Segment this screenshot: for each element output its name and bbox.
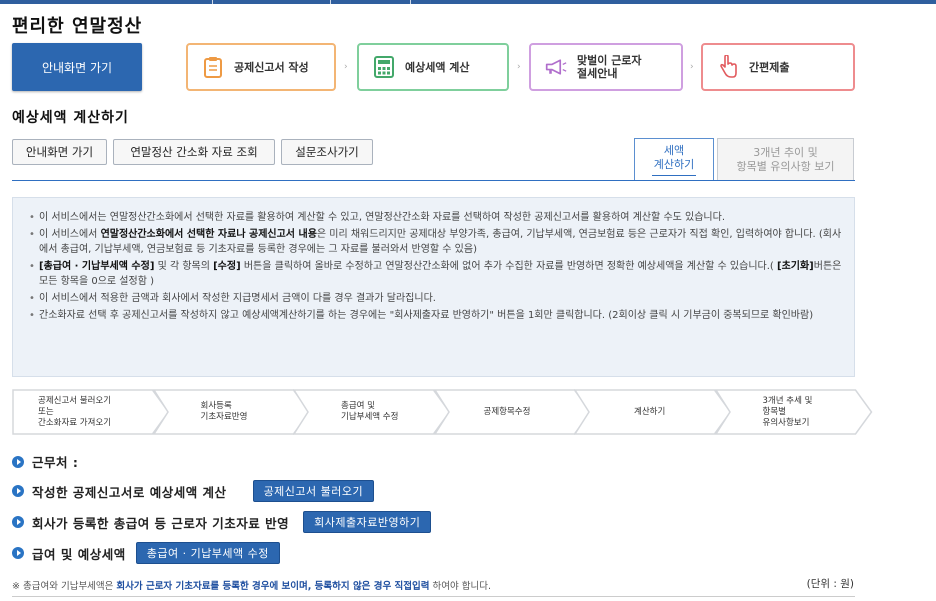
flow-step-label: 회사등록 기초자료반영 xyxy=(153,401,248,423)
flow-step-label: 계산하기 xyxy=(574,407,665,418)
bullet-arrow-icon xyxy=(12,485,24,497)
reflect-label: 회사가 등록한 총급여 등 근로자 기초자료 반영 xyxy=(32,515,290,531)
top-bar xyxy=(0,0,936,4)
guide-home-button[interactable]: 안내화면 가기 xyxy=(12,43,142,91)
flow-step: 계산하기 xyxy=(574,389,733,435)
flow-step-line: 또는 xyxy=(38,406,54,417)
chevron-right-icon: › xyxy=(517,62,521,72)
step-label: 맞벌이 근로자 xyxy=(577,54,642,67)
step-label: 절세안내 xyxy=(577,67,618,80)
flow-step: 3개년 추세 및 항목별 유의사항보기 xyxy=(714,389,874,435)
tab-tax-calc[interactable]: 세액 계산하기 xyxy=(634,138,714,181)
chevron-right-icon: › xyxy=(690,62,694,72)
hand-pointer-icon xyxy=(717,55,739,79)
tab-label: 계산하기 xyxy=(653,158,695,171)
simplified-data-lookup-button[interactable]: 연말정산 간소화 자료 조회 xyxy=(113,139,275,165)
flow-step: 회사등록 기초자료반영 xyxy=(152,389,312,435)
reflect-row: 회사가 등록한 총급여 등 근로자 기초자료 반영 회사제출자료반영하기 xyxy=(12,511,432,533)
bullet-arrow-icon xyxy=(12,455,24,468)
bullet-arrow-icon xyxy=(12,547,24,559)
flow-step-label: 공제신고서 불러오기 또는 간소화자료 가져오기 xyxy=(12,396,111,429)
clipboard-icon xyxy=(202,55,224,79)
flow-step-line: 공제신고서 불러오기 xyxy=(38,395,112,406)
tab-three-year-trend[interactable]: 3개년 추이 및 항목별 유의사항 보기 xyxy=(717,138,854,181)
step-simple-submit[interactable]: 간편제출 xyxy=(701,43,855,91)
calc-row: 작성한 공제신고서로 예상세액 계산 공제신고서 불러오기 xyxy=(12,480,375,502)
flow-step: 공제항목수정 xyxy=(433,389,593,435)
unit-label: (단위 : 원) xyxy=(806,578,854,590)
step-label: 예상세액 계산 xyxy=(405,61,470,74)
calculator-icon xyxy=(373,55,395,79)
notice-item: 간소화자료 선택 후 공제신고서를 작성하지 않고 예상세액계산하기를 하는 경… xyxy=(29,308,842,323)
step-label: 간편제출 xyxy=(749,61,790,74)
guide-home-button-secondary[interactable]: 안내화면 가기 xyxy=(12,139,107,165)
calc-label: 작성한 공제신고서로 예상세액 계산 xyxy=(32,484,227,500)
tab-label: 세액 xyxy=(663,144,685,157)
step-estimated-tax[interactable]: 예상세액 계산 xyxy=(357,43,509,91)
step-label-group: 맞벌이 근로자 절세안내 xyxy=(577,54,642,80)
flow-step-line: 총급여 및 xyxy=(341,401,375,411)
notice-box: 이 서비스에서는 연말정산간소화에서 선택한 자료를 활용하여 계산할 수 있고… xyxy=(12,197,855,377)
notice-item: [총급여 · 기납부세액 수정] 및 각 항목의 [수정] 버튼을 클릭하여 올… xyxy=(29,259,842,289)
load-deduction-form-button[interactable]: 공제신고서 불러오기 xyxy=(252,480,375,502)
edit-salary-tax-button[interactable]: 총급여 · 기납부세액 수정 xyxy=(135,542,280,564)
flow-step-line: 3개년 추세 및 xyxy=(762,395,813,406)
flow-step-label: 3개년 추세 및 항목별 유의사항보기 xyxy=(715,396,813,429)
survey-button[interactable]: 설문조사가기 xyxy=(281,139,373,165)
flow-step-line: 공제항목수정 xyxy=(483,406,531,417)
workplace-label: 근무처 : xyxy=(32,455,79,470)
tab-divider xyxy=(12,180,855,181)
chevron-right-icon: › xyxy=(344,62,348,72)
flow-step-line: 기납부세액 수정 xyxy=(341,412,399,422)
step-dual-income-tips[interactable]: 맞벌이 근로자 절세안내 xyxy=(529,43,683,91)
salary-row: 급여 및 예상세액 총급여 · 기납부세액 수정 xyxy=(12,542,280,564)
flow-step-line: 간소화자료 가져오기 xyxy=(38,417,112,428)
flow-step-line: 유의사항보기 xyxy=(762,417,810,428)
step-deduction-form[interactable]: 공제신고서 작성 xyxy=(186,43,336,91)
tab-label: 항목별 유의사항 보기 xyxy=(736,160,835,173)
notice-item: 이 서비스에서는 연말정산간소화에서 선택한 자료를 활용하여 계산할 수 있고… xyxy=(29,210,842,225)
flow-step-line: 회사등록 xyxy=(200,401,232,411)
megaphone-icon xyxy=(545,55,567,79)
notice-item: 이 서비스에서 적용한 금액과 회사에서 작성한 지급명세서 금액이 다를 경우… xyxy=(29,291,842,306)
flow-step-label: 공제항목수정 xyxy=(434,407,531,418)
workplace-row: 근무처 : xyxy=(12,452,78,471)
flow-step-line: 계산하기 xyxy=(634,406,666,417)
bullet-arrow-icon xyxy=(12,516,24,528)
tab-underline xyxy=(652,175,696,176)
flow-step-line: 항목별 xyxy=(762,406,786,417)
footnote: ※ 총급여와 기납부세액은 회사가 근로자 기초자료를 등록한 경우에 보이며,… xyxy=(12,581,491,592)
flow-step: 공제신고서 불러오기 또는 간소화자료 가져오기 xyxy=(12,389,171,435)
section-title: 예상세액 계산하기 xyxy=(12,110,129,126)
step-label: 공제신고서 작성 xyxy=(234,61,309,74)
page-title: 편리한 연말정산 xyxy=(12,16,143,37)
table-top-border xyxy=(12,596,855,597)
process-flow: 공제신고서 불러오기 또는 간소화자료 가져오기 회사등록 기초자료반영 총급여 및 기납부… xyxy=(12,389,872,435)
apply-company-data-button[interactable]: 회사제출자료반영하기 xyxy=(303,511,432,533)
flow-step-label: 총급여 및 기납부세액 수정 xyxy=(293,401,398,423)
flow-step-line: 기초자료반영 xyxy=(200,412,248,422)
salary-label: 급여 및 예상세액 xyxy=(32,546,126,562)
notice-item: 이 서비스에서 연말정산간소화에서 선택한 자료나 공제신고서 내용은 미리 채… xyxy=(29,227,842,257)
tab-label: 3개년 추이 및 xyxy=(753,146,818,159)
flow-step: 총급여 및 기납부세액 수정 xyxy=(293,389,452,435)
